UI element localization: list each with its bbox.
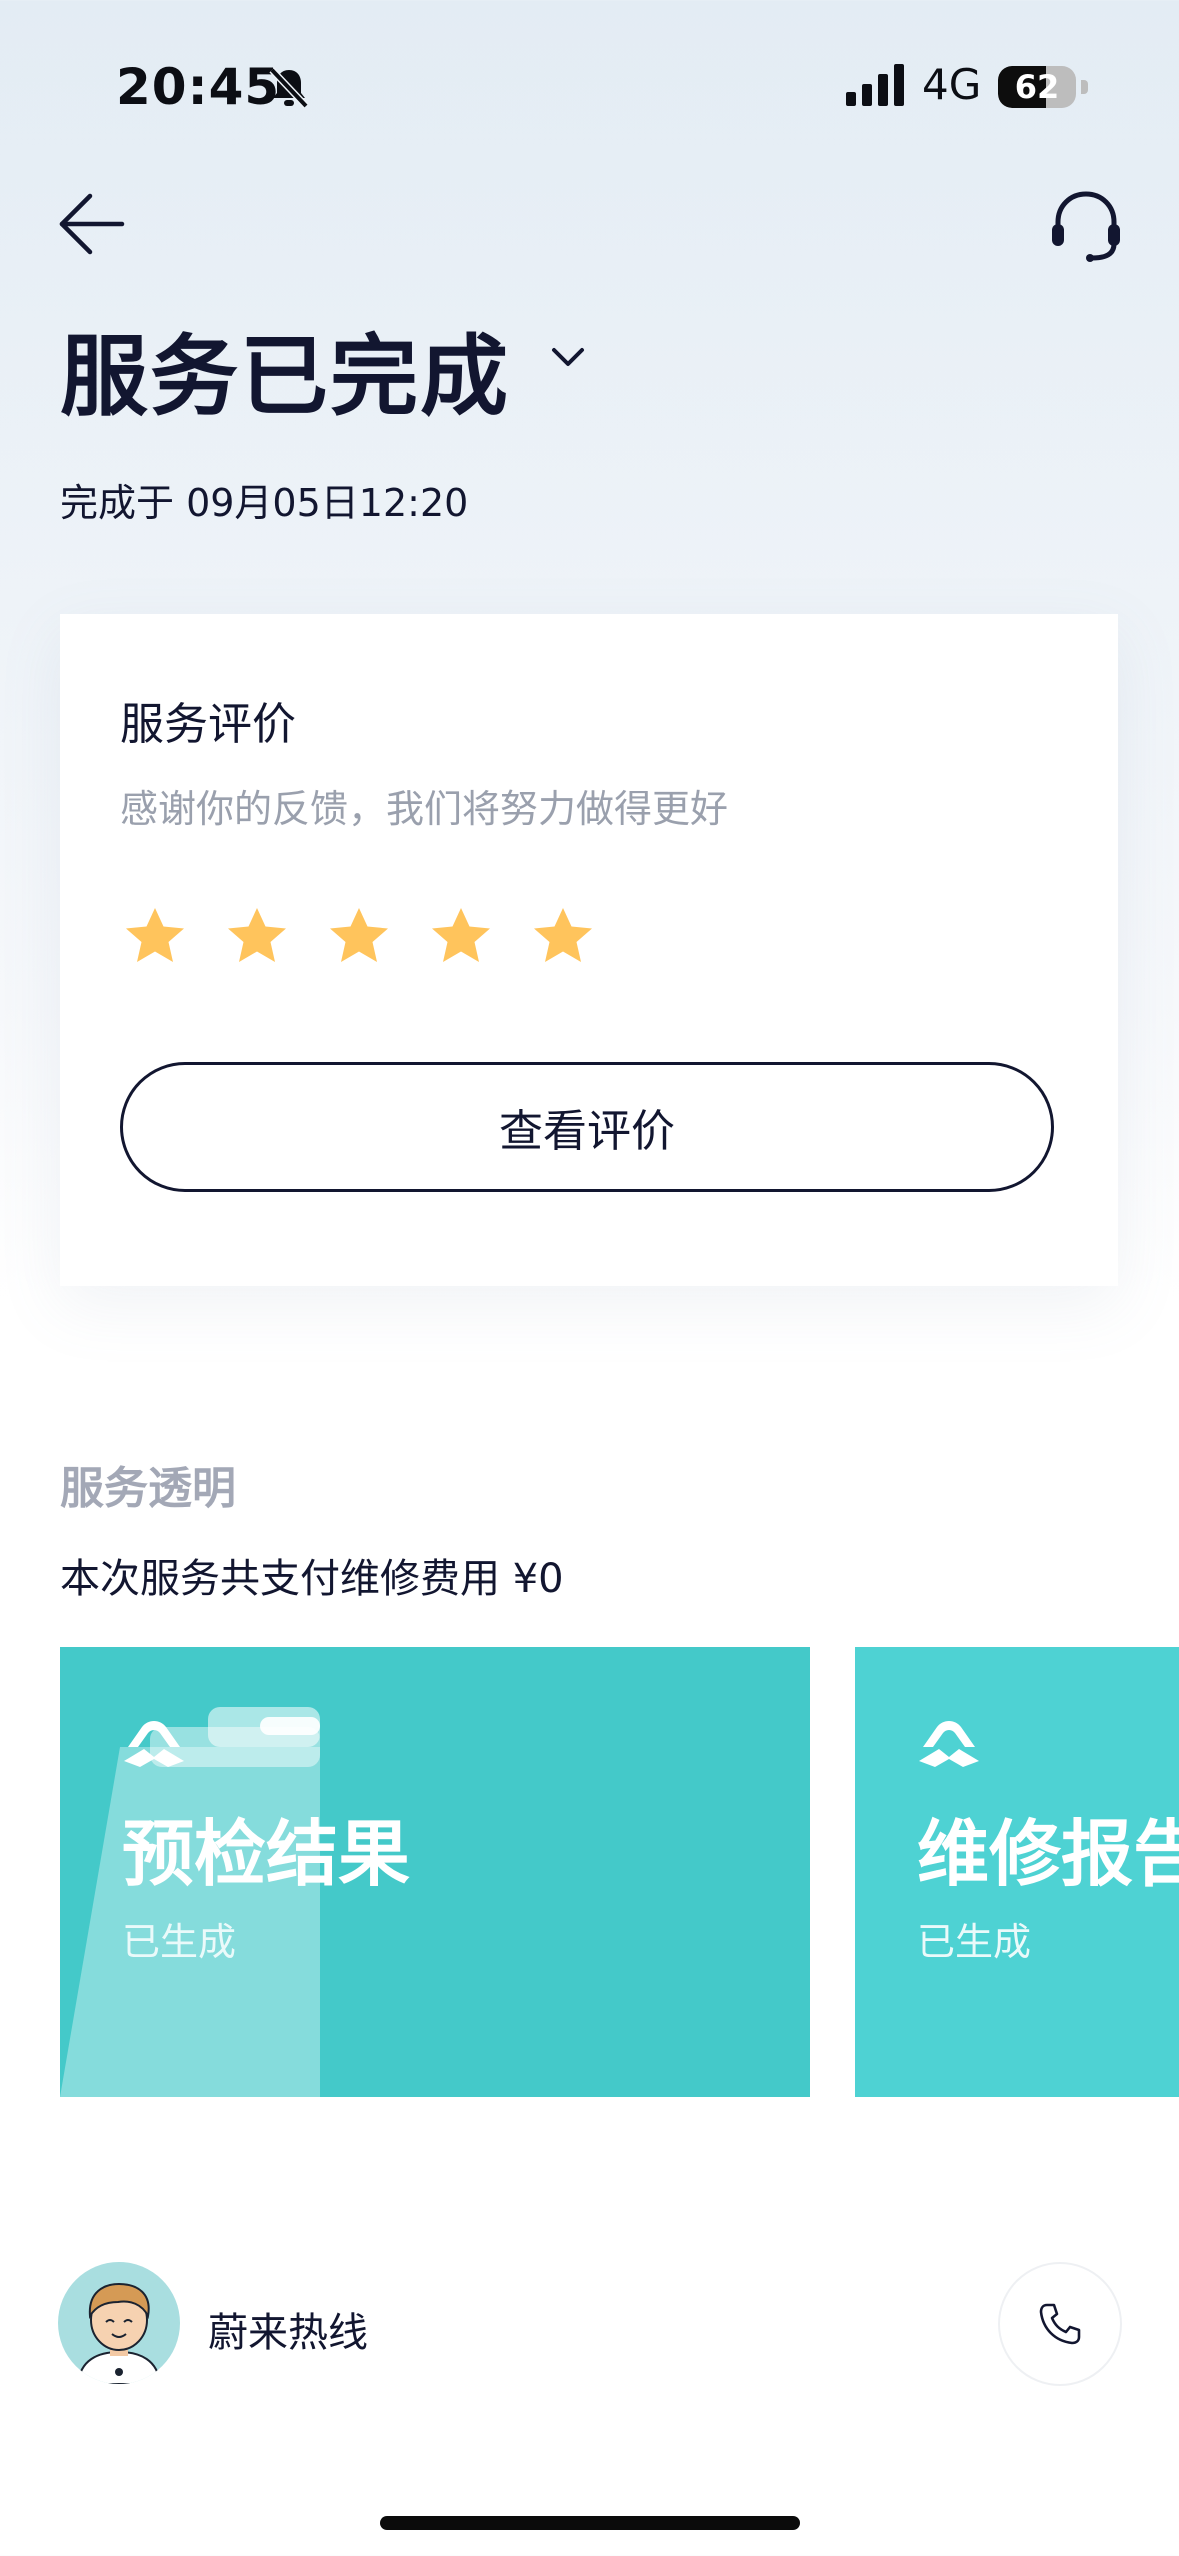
- payment-summary: 本次服务共支付维修费用 ¥0: [60, 1556, 564, 1602]
- precheck-result-tile[interactable]: 预检结果 已生成: [60, 1647, 810, 2097]
- advisor-avatar-icon: [76, 2282, 162, 2384]
- page-title: 服务已完成: [60, 325, 511, 428]
- star-icon[interactable]: [528, 902, 598, 972]
- nio-logo-icon: [124, 1721, 184, 1767]
- nio-logo-icon: [919, 1721, 979, 1767]
- phone-icon: [1039, 2303, 1081, 2345]
- view-rating-button[interactable]: 查看评价: [120, 1062, 1054, 1192]
- arrow-left-icon[interactable]: [54, 188, 126, 260]
- rating-card-title: 服务评价: [120, 699, 296, 750]
- network-type: 4G: [922, 60, 982, 109]
- section-title: 服务透明: [60, 1463, 236, 1514]
- tile-status: 已生成: [122, 1920, 237, 1964]
- tile-title: 维修报告: [917, 1812, 1179, 1896]
- star-icon[interactable]: [120, 902, 190, 972]
- avatar: [58, 2262, 180, 2384]
- signal-icon: [846, 64, 904, 106]
- tile-status: 已生成: [917, 1920, 1032, 1964]
- home-indicator[interactable]: [380, 2516, 800, 2530]
- hotline-label[interactable]: 蔚来热线: [208, 2300, 368, 2358]
- tile-title: 预检结果: [122, 1812, 411, 1896]
- star-icon[interactable]: [426, 902, 496, 972]
- star-icon[interactable]: [222, 902, 292, 972]
- star-icon[interactable]: [324, 902, 394, 972]
- rating-card-description: 感谢你的反馈，我们将努力做得更好: [120, 787, 729, 831]
- status-time: 20:45: [116, 58, 281, 116]
- battery-level: 62: [1014, 68, 1060, 106]
- completed-time: 完成于 09月05日12:20: [60, 481, 469, 525]
- battery-icon: 62: [998, 66, 1088, 108]
- repair-report-tile[interactable]: 维修报告 已生成: [855, 1647, 1179, 2097]
- chevron-down-icon[interactable]: [548, 338, 588, 378]
- bell-muted-icon: [269, 67, 309, 109]
- service-rating-card: 服务评价 感谢你的反馈，我们将努力做得更好 查看评价: [60, 614, 1118, 1286]
- call-button[interactable]: [998, 2262, 1122, 2386]
- headset-icon[interactable]: [1046, 186, 1126, 266]
- rating-stars: [120, 902, 598, 972]
